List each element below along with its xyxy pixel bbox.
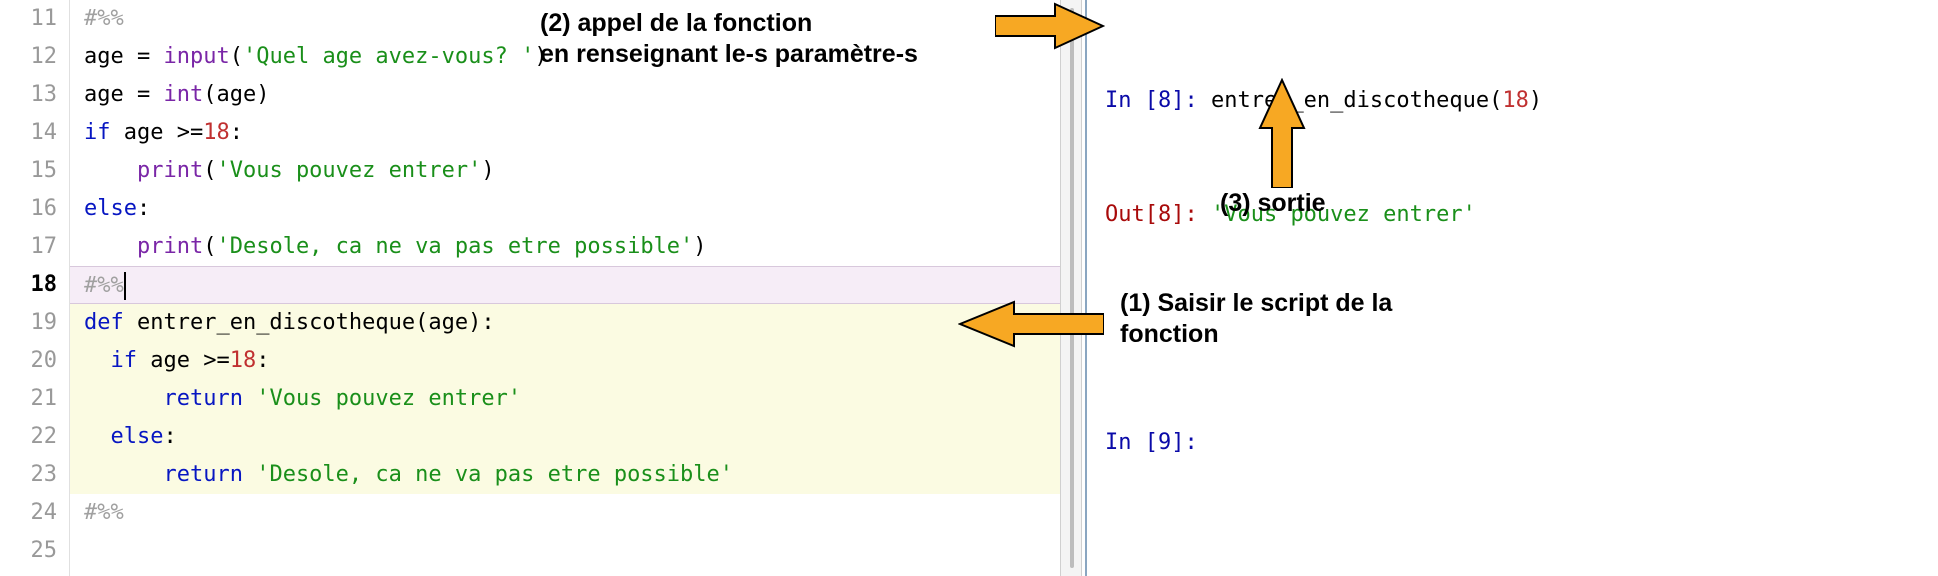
arrow-right-icon [995, 2, 1105, 50]
token: #%% [84, 6, 124, 31]
call-name: entrer_en_discotheque( [1211, 88, 1502, 113]
token: (age): [415, 310, 494, 335]
token: int [163, 82, 203, 107]
line-number: 18 [0, 266, 57, 304]
token: ) [481, 158, 494, 183]
arrow-left-icon [958, 300, 1104, 348]
line-number: 16 [0, 190, 57, 228]
splitter-handle[interactable] [1060, 0, 1082, 576]
token: 'Desole, ca ne va pas etre possible' [216, 234, 693, 259]
out-prompt: Out[8]: [1105, 202, 1211, 227]
token: : [137, 196, 150, 221]
annotation-text: (3) sortie [1220, 189, 1326, 217]
token: if [111, 348, 151, 373]
line-number: 19 [0, 304, 57, 342]
line-number: 24 [0, 494, 57, 532]
token: ( [203, 158, 216, 183]
code-line[interactable]: return 'Desole, ca ne va pas etre possib… [70, 456, 1060, 494]
annotation-call: (2) appel de la fonction en renseignant … [540, 8, 1010, 71]
token: age [150, 348, 203, 373]
token [84, 158, 137, 183]
token: 18 [203, 120, 230, 145]
in-prompt: In [9]: [1105, 430, 1211, 455]
console-line-in9: In [9]: [1105, 424, 1938, 462]
token: else [84, 196, 137, 221]
line-number: 11 [0, 0, 57, 38]
line-number: 25 [0, 532, 57, 570]
token [84, 348, 111, 373]
text-caret [124, 272, 126, 300]
token: 'Vous pouvez entrer' [256, 386, 521, 411]
line-number: 12 [0, 38, 57, 76]
token: ( [230, 44, 243, 69]
line-number: 23 [0, 456, 57, 494]
token [84, 462, 163, 487]
token: print [137, 158, 203, 183]
annotation-script: (1) Saisir le script de la fonction [1120, 288, 1480, 351]
token: print [137, 234, 203, 259]
code-line[interactable]: #%% [70, 494, 1060, 532]
token: 18 [230, 348, 257, 373]
line-number: 13 [0, 76, 57, 114]
call-arg: 18 [1502, 88, 1529, 113]
token: ( [203, 234, 216, 259]
code-line[interactable]: return 'Vous pouvez entrer' [70, 380, 1060, 418]
in-prompt: In [8]: [1105, 88, 1211, 113]
code-line[interactable]: if age >=18: [70, 114, 1060, 152]
token [84, 234, 137, 259]
line-number: 22 [0, 418, 57, 456]
line-number: 14 [0, 114, 57, 152]
token: = [137, 82, 164, 107]
arrow-up-icon [1258, 78, 1306, 188]
token: >= [203, 348, 230, 373]
token: ) [693, 234, 706, 259]
annotation-text: (2) appel de la fonction [540, 8, 1010, 39]
token: def [84, 310, 137, 335]
code-line[interactable]: else: [70, 190, 1060, 228]
token: return [163, 386, 256, 411]
console-line-in8: In [8]: entrer_en_discotheque(18) [1105, 82, 1938, 120]
line-number: 17 [0, 228, 57, 266]
token [84, 424, 111, 449]
code-area[interactable]: #%%age = input('Quel age avez-vous? ')ag… [70, 0, 1060, 576]
token: 'Vous pouvez entrer' [216, 158, 481, 183]
token: (age) [203, 82, 269, 107]
token: >= [177, 120, 204, 145]
token: if [84, 120, 124, 145]
annotation-text: fonction [1120, 319, 1480, 350]
line-number: 15 [0, 152, 57, 190]
token: #%% [84, 273, 124, 298]
token: #%% [84, 500, 124, 525]
code-line[interactable]: print('Vous pouvez entrer') [70, 152, 1060, 190]
annotation-output: (3) sortie [1220, 188, 1326, 219]
token: 'Desole, ca ne va pas etre possible' [256, 462, 733, 487]
token: : [230, 120, 243, 145]
token: age [84, 44, 137, 69]
token: : [163, 424, 176, 449]
token [84, 386, 163, 411]
token: 'Quel age avez-vous? ' [243, 44, 534, 69]
annotation-text: (1) Saisir le script de la [1120, 288, 1480, 319]
line-number: 20 [0, 342, 57, 380]
token: age [124, 120, 177, 145]
line-number: 21 [0, 380, 57, 418]
code-line[interactable] [70, 532, 1060, 570]
call-close: ) [1529, 88, 1542, 113]
token: else [111, 424, 164, 449]
annotation-text: en renseignant le-s paramètre-s [540, 39, 1010, 70]
code-line[interactable]: else: [70, 418, 1060, 456]
code-editor[interactable]: 111213141516171819202122232425 #%%age = … [0, 0, 1060, 576]
token: = [137, 44, 164, 69]
code-line[interactable]: age = int(age) [70, 76, 1060, 114]
token: return [163, 462, 256, 487]
code-line[interactable]: if age >=18: [70, 342, 1060, 380]
token: age [84, 82, 137, 107]
code-line[interactable]: print('Desole, ca ne va pas etre possibl… [70, 228, 1060, 266]
token: : [256, 348, 269, 373]
code-line[interactable]: def entrer_en_discotheque(age): [70, 304, 1060, 342]
line-number-gutter: 111213141516171819202122232425 [0, 0, 70, 576]
code-line[interactable]: #%% [70, 266, 1060, 304]
token: entrer_en_discotheque [137, 310, 415, 335]
token: input [163, 44, 229, 69]
